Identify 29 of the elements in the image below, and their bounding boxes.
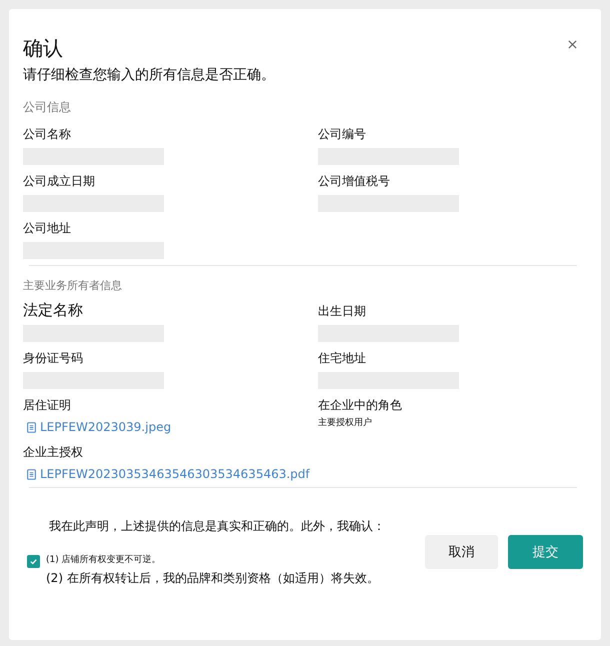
field-label: 公司名称 xyxy=(23,126,71,142)
field-label: 出生日期 xyxy=(318,303,366,319)
section-heading: 主要业务所有者信息 xyxy=(23,278,123,293)
field-label: 公司增值税号 xyxy=(318,173,390,189)
checkbox[interactable] xyxy=(27,555,40,568)
field-label: 身份证号码 xyxy=(23,350,83,366)
declaration-item: (2) 在所有权转让后，我的品牌和类别资格（如适用）将失效。 xyxy=(46,570,379,587)
field-label: 企业主授权 xyxy=(23,444,83,460)
declaration-text: 我在此声明，上述提供的信息是真实和正确的。此外，我确认： xyxy=(49,518,385,535)
field-value: 主要授权用户 xyxy=(318,416,372,429)
section-heading: 公司信息 xyxy=(23,99,72,116)
field-label: 住宅地址 xyxy=(318,350,366,366)
submit-button[interactable]: 提交 xyxy=(508,535,583,569)
file-link[interactable]: LEPFEW20230353463546303534635463.pdf xyxy=(27,467,310,481)
dialog-title: 确认 xyxy=(23,35,63,61)
file-link[interactable]: LEPFEW2023039.jpeg xyxy=(27,420,172,434)
dialog-subtitle: 请仔细检查您输入的所有信息是否正确。 xyxy=(23,66,276,85)
field-label: 公司地址 xyxy=(23,220,71,236)
document-icon xyxy=(27,422,36,432)
field-label: 公司编号 xyxy=(318,126,366,142)
document-icon xyxy=(27,468,36,480)
declaration-item: (1) 店铺所有权变更不可逆。 xyxy=(46,554,162,567)
field-label: 居住证明 xyxy=(23,397,71,413)
field-label: 法定名称 xyxy=(23,301,83,319)
close-icon[interactable] xyxy=(568,40,577,49)
field-label: 公司成立日期 xyxy=(23,173,95,189)
field-label: 在企业中的角色 xyxy=(318,397,402,413)
check-icon xyxy=(29,557,38,566)
cancel-button[interactable]: 取消 xyxy=(425,535,498,569)
